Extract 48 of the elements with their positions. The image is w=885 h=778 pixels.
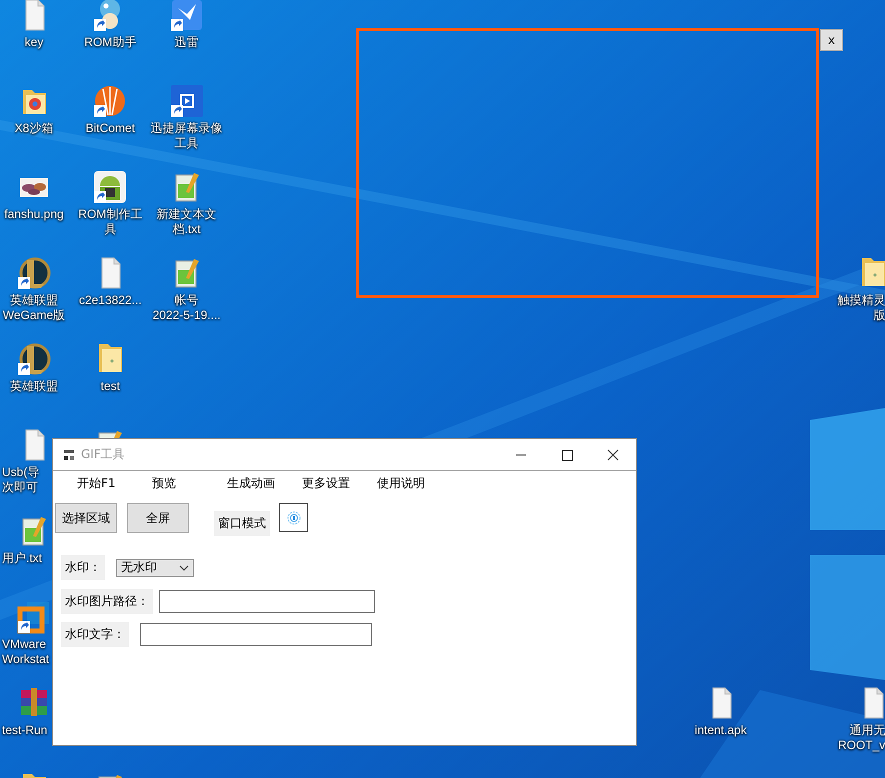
icon-label: 帐号 2022-5-19.... (152, 293, 221, 323)
icon-label: BitComet (86, 121, 135, 136)
icon-label: 迅捷屏幕录像 工具 (150, 121, 223, 151)
window-title: GIF工具 (81, 446, 126, 463)
mode-label: 窗口模式 (214, 511, 270, 536)
caret-icon (179, 564, 189, 570)
field-label: 水印文字： (61, 622, 129, 647)
app-icon (63, 448, 75, 460)
android-icon[interactable] (93, 170, 128, 204)
capture-button[interactable]: 选择区域 (55, 503, 117, 533)
capture-button[interactable]: 全屏 (127, 503, 189, 533)
vmware-icon[interactable] (17, 600, 51, 634)
signal-icon (286, 510, 300, 524)
icon-label: test (100, 379, 120, 394)
video-icon[interactable] (170, 84, 204, 118)
icon-label: 英雄联盟 WeGame版 (2, 293, 66, 323)
sphere-icon[interactable] (93, 84, 128, 118)
icon-label: c2e13822... (78, 293, 142, 308)
icon-label: ROM制作工 具 (78, 207, 142, 237)
menu-item[interactable]: 生成动画 (227, 474, 302, 492)
bird-icon[interactable] (170, 0, 204, 32)
icon-label: 新建文本文 档.txt (156, 207, 217, 237)
icon-label: 英雄联盟 (10, 379, 58, 394)
input-field[interactable] (140, 623, 372, 646)
field-label: 水印图片路径： (61, 589, 153, 614)
icon-label: 用户.txt (1, 551, 42, 566)
icon-label: key (24, 35, 44, 50)
mode-button[interactable] (279, 503, 308, 532)
menu-item[interactable]: 更多设置 (302, 474, 377, 492)
icon-label: ROM助手 (84, 35, 136, 50)
game-icon[interactable] (17, 342, 51, 376)
icon-label: test-Run (1, 723, 48, 738)
icon-label: 触摸精灵 版 (836, 293, 885, 323)
menu-item[interactable]: 预览 (152, 474, 227, 492)
close-button[interactable]: x (820, 29, 843, 51)
game-icon[interactable] (17, 256, 51, 290)
icon-label: VMware Workstat (1, 637, 50, 667)
menu-item[interactable]: 开始F1 (77, 474, 152, 492)
watermark-dropdown[interactable]: 无水印 (116, 558, 194, 576)
input-field[interactable] (159, 590, 375, 613)
field-label: 水印： (61, 555, 105, 580)
icon-label: 通用无 ROOT_v (836, 723, 885, 753)
icon-label: X8沙箱 (14, 121, 54, 136)
icon-label: Usb(导 次即可 (1, 465, 40, 495)
icon-label: intent.apk (694, 723, 747, 738)
icon-label: 迅雷 (174, 35, 199, 50)
menu-item[interactable]: 使用说明 (377, 474, 452, 492)
icon-label: fanshu.png (4, 207, 64, 222)
